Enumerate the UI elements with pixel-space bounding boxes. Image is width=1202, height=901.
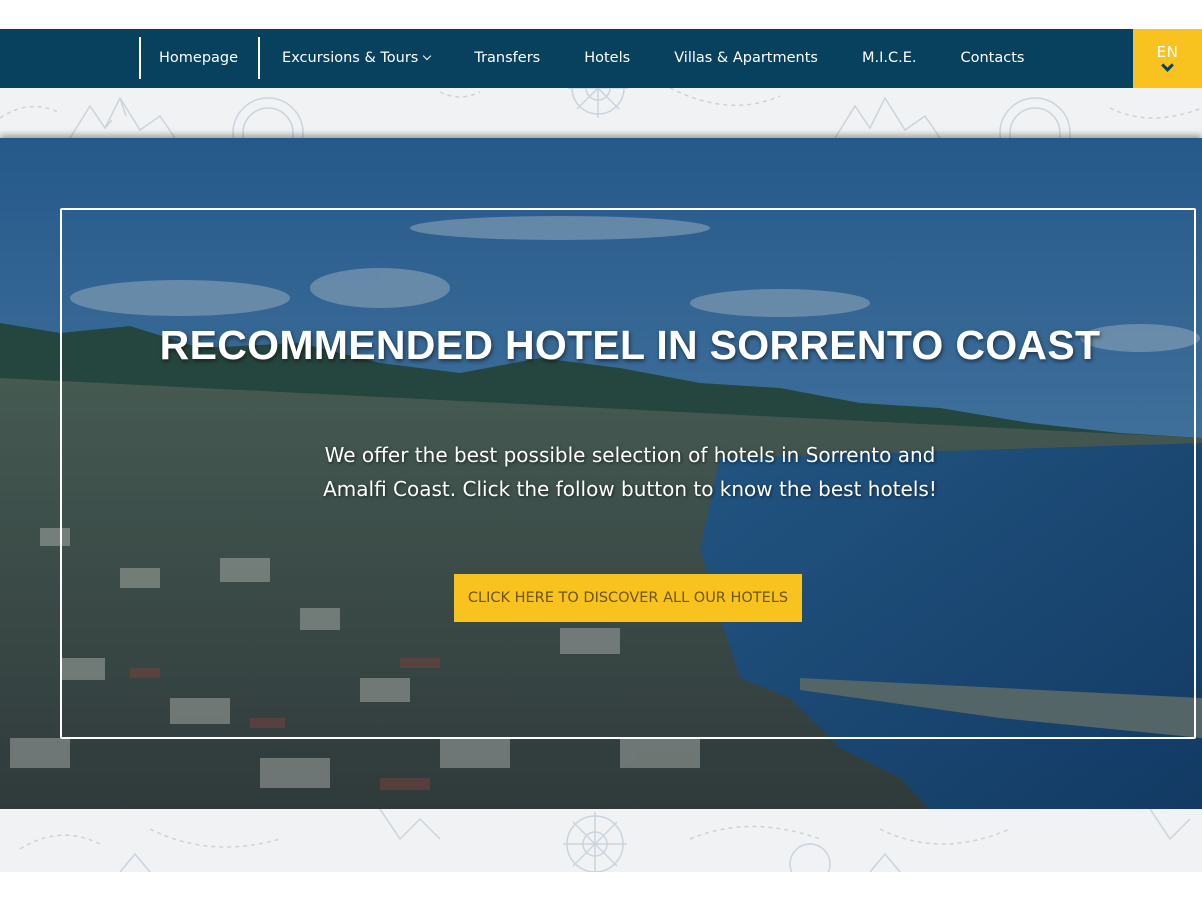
decorative-pattern-top	[0, 88, 1202, 138]
nav-item-label: Homepage	[159, 50, 239, 66]
language-label: EN	[1156, 43, 1179, 61]
nautical-pattern-icon	[0, 88, 1202, 138]
nav-item-mice[interactable]: M.I.C.E.	[840, 37, 939, 79]
chevron-down-icon	[423, 51, 432, 61]
language-selector[interactable]: EN	[1133, 29, 1202, 88]
nav-item-villas-apartments[interactable]: Villas & Apartments	[652, 37, 840, 79]
nav-item-label: Hotels	[584, 50, 631, 66]
nav-item-label: Contacts	[960, 50, 1025, 66]
nav-item-label: Villas & Apartments	[674, 50, 818, 66]
hero-description: We offer the best possible selection of …	[323, 443, 937, 501]
nav-menu: Homepage Excursions & Tours Transfers Ho…	[139, 37, 1046, 79]
bottom-spacer	[0, 872, 1202, 901]
nav-item-transfers[interactable]: Transfers	[452, 37, 562, 79]
hero-title: RECOMMENDED HOTEL IN SORRENTO COAST	[159, 322, 1101, 368]
decorative-pattern-bottom	[0, 809, 1202, 872]
nav-item-homepage[interactable]: Homepage	[139, 37, 261, 79]
nautical-pattern-icon	[19, 809, 1191, 872]
top-spacer	[0, 0, 1202, 29]
hero-banner: RECOMMENDED HOTEL IN SORRENTO COAST We o…	[0, 138, 1202, 809]
main-navbar: Homepage Excursions & Tours Transfers Ho…	[0, 29, 1202, 88]
hero-frame: RECOMMENDED HOTEL IN SORRENTO COAST We o…	[60, 208, 1196, 739]
nav-item-contacts[interactable]: Contacts	[939, 37, 1047, 79]
nav-item-hotels[interactable]: Hotels	[562, 37, 652, 79]
nav-item-label: M.I.C.E.	[861, 50, 917, 66]
language-chevron-icon	[1161, 59, 1174, 72]
discover-hotels-button[interactable]: CLICK HERE TO DISCOVER ALL OUR HOTELS	[454, 574, 802, 622]
nav-item-excursions-tours[interactable]: Excursions & Tours	[260, 37, 452, 79]
nav-item-label: Transfers	[474, 50, 541, 66]
nav-item-label: Excursions & Tours	[282, 50, 419, 66]
